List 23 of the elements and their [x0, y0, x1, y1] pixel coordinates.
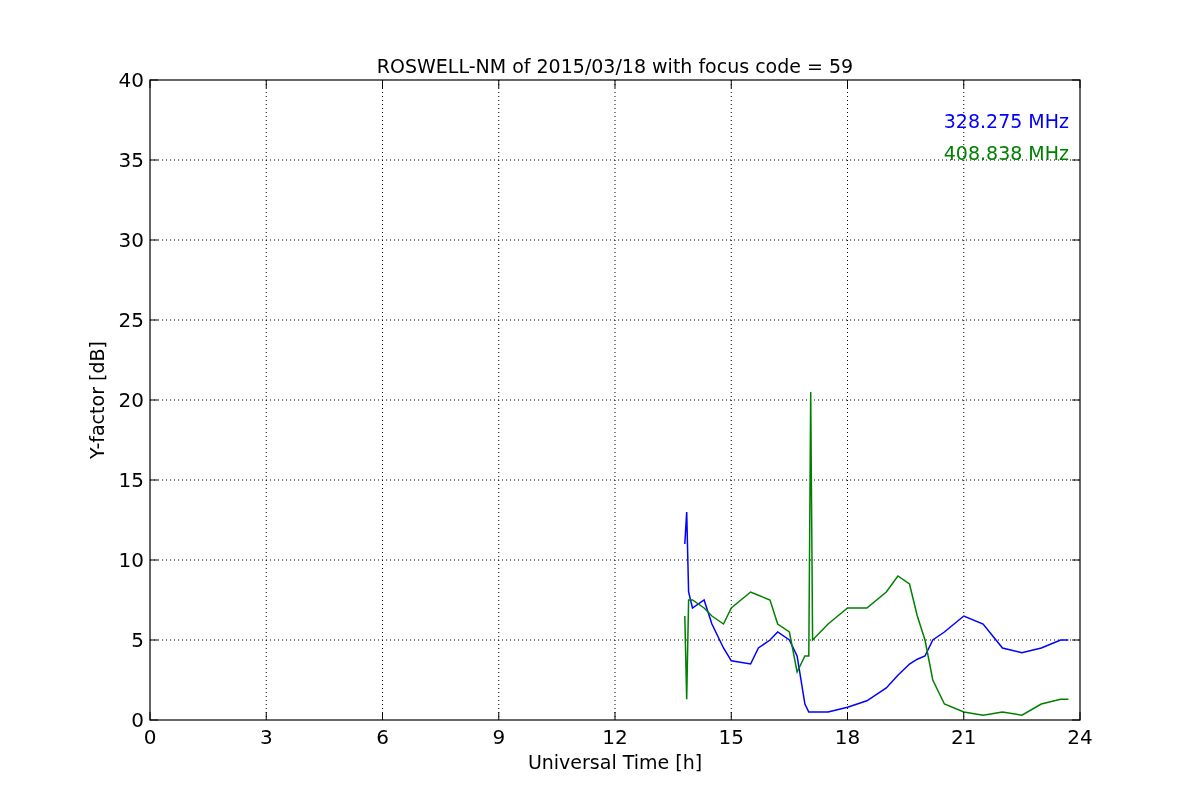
x-axis-label: Universal Time [h]: [527, 751, 703, 773]
y-axis-label: Y-factor [dB]: [86, 341, 108, 459]
tick-label: 18: [834, 725, 861, 749]
chart-title: ROSWELL-NM of 2015/03/18 with focus code = 59: [376, 55, 854, 77]
tick-label: 30: [118, 228, 144, 252]
tick-label: 3: [259, 725, 273, 749]
tick-label: 6: [376, 725, 389, 749]
tick-label: 0: [131, 708, 144, 732]
tick-label: 35: [118, 148, 144, 172]
tick-label: 15: [118, 468, 144, 492]
tick-label: 0: [143, 725, 157, 749]
tick-label: 40: [118, 68, 144, 92]
tick-label: 21: [951, 725, 977, 749]
tick-label: 10: [118, 548, 144, 572]
legend-label: 408.838 MHz: [943, 142, 1069, 164]
tick-label: 15: [718, 725, 744, 749]
tick-label: 12: [602, 725, 628, 749]
tick-label: 9: [492, 725, 506, 749]
legend-label: 328.275 MHz: [943, 110, 1069, 132]
tick-label: 25: [118, 308, 144, 332]
tick-label: 24: [1067, 725, 1093, 749]
tick-label: 5: [131, 628, 144, 652]
tick-label: 20: [118, 388, 144, 412]
